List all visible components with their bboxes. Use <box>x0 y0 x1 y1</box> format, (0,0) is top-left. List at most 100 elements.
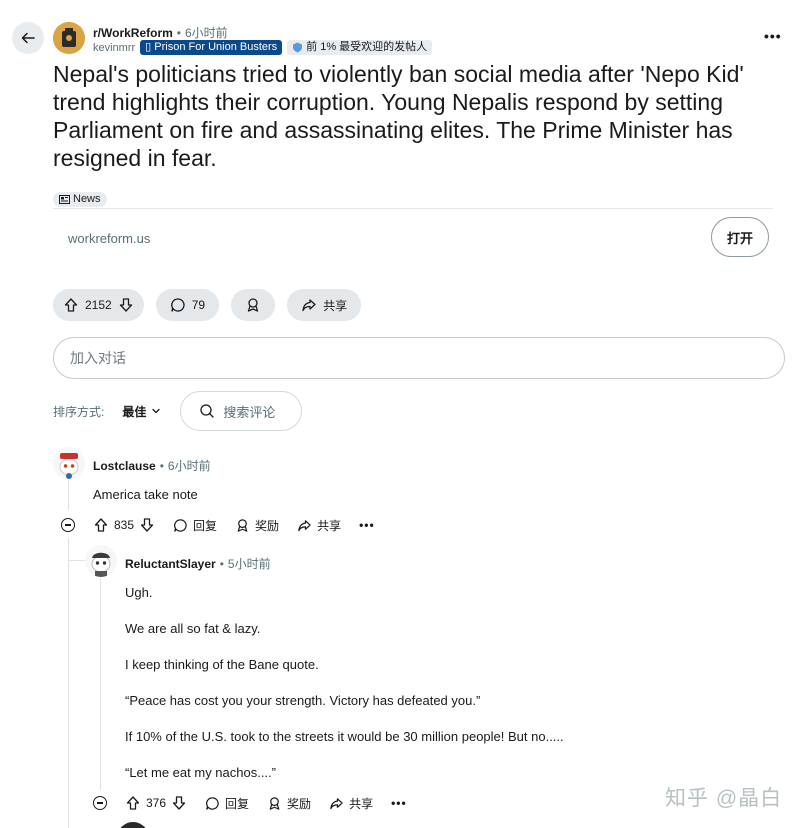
comment-icon <box>206 796 219 810</box>
author-name[interactable]: kevinmrr <box>93 42 135 54</box>
post-flair-label: News <box>73 193 101 205</box>
comment-icon <box>170 298 185 312</box>
vote-count: 2152 <box>85 298 112 312</box>
award-icon <box>237 518 248 532</box>
watermark: 知乎 @晶白 <box>665 787 783 810</box>
search-comments-placeholder: 搜索评论 <box>223 404 276 420</box>
meta-separator: • <box>159 458 164 473</box>
avatar[interactable] <box>85 545 117 577</box>
comment-paragraph: We are all so fat & lazy. <box>125 621 261 636</box>
thread-connector <box>68 560 86 561</box>
subreddit-logo-icon <box>53 22 85 54</box>
downvote-icon[interactable] <box>139 517 155 533</box>
more-options-button[interactable]: ••• <box>764 28 782 44</box>
comment-time: 5小时前 <box>227 557 271 571</box>
chevron-down-icon <box>152 408 161 414</box>
award-icon <box>247 298 259 312</box>
comment-meta: ReluctantSlayer • 5小时前 <box>125 555 271 572</box>
arrow-left-icon <box>21 32 35 44</box>
comment-paragraph: Ugh. <box>125 585 153 600</box>
thread-line[interactable] <box>68 538 69 828</box>
share-button[interactable]: 共享 <box>287 289 362 321</box>
vote-control: 376 <box>125 795 187 811</box>
author-line: kevinmrr ▯ Prison For Union Busters 前 1%… <box>93 40 433 55</box>
reply-label: 回复 <box>225 796 250 811</box>
author-flair-label: Prison For Union Busters <box>154 41 278 53</box>
comment-actions: 835 回复 奖励 共享 ••• <box>61 515 375 535</box>
comment-count: 79 <box>191 298 206 312</box>
comment-input-placeholder: 加入对话 <box>70 350 126 366</box>
comment-paragraph: I keep thinking of the Bane quote. <box>125 657 319 672</box>
post-flair[interactable]: News <box>53 192 107 207</box>
top-poster-badge: 前 1% 最受欢迎的发帖人 <box>287 40 433 55</box>
share-button[interactable]: 共享 <box>297 517 341 534</box>
sort-label: 排序方式: <box>53 404 105 419</box>
award-label: 奖励 <box>287 796 312 811</box>
award-icon <box>269 796 280 810</box>
thread-line[interactable] <box>68 480 69 510</box>
share-button[interactable]: 共享 <box>329 795 373 812</box>
share-label: 共享 <box>349 796 374 811</box>
comment-meta: Lostclause • 6小时前 <box>93 457 211 474</box>
search-icon <box>200 404 215 418</box>
upvote-icon[interactable] <box>125 795 141 811</box>
link-preview[interactable]: workreform.us 打开 <box>53 208 773 268</box>
comment-more-button[interactable]: ••• <box>391 796 407 810</box>
open-link-button[interactable]: 打开 <box>711 217 769 257</box>
post-actions: 2152 79 共享 <box>53 289 362 321</box>
avatar[interactable] <box>117 822 149 828</box>
share-icon <box>330 797 343 809</box>
post-header: r/WorkReform • 6小时前 kevinmrr ▯ Prison Fo… <box>0 18 812 58</box>
subreddit-name[interactable]: r/WorkReform <box>93 26 173 40</box>
comment-vote-count: 376 <box>146 796 167 810</box>
vote-pill: 2152 <box>53 289 144 321</box>
award-button[interactable] <box>231 289 276 321</box>
subreddit-avatar[interactable] <box>53 22 85 54</box>
comment-author[interactable]: ReluctantSlayer <box>125 557 216 571</box>
back-button[interactable] <box>12 22 44 54</box>
snoo-avatar-icon <box>85 545 117 577</box>
post-title: Nepal's politicians tried to violently b… <box>53 61 744 171</box>
meta-separator: • <box>176 25 181 40</box>
share-icon <box>302 299 316 312</box>
comments-button[interactable]: 79 <box>155 289 220 321</box>
reply-button[interactable]: 回复 <box>173 517 217 534</box>
collapse-button[interactable] <box>93 796 107 810</box>
award-button[interactable]: 奖励 <box>267 795 311 812</box>
sort-value: 最佳 <box>122 404 147 419</box>
search-comments-input[interactable]: 搜索评论 <box>180 391 303 431</box>
thread-line[interactable] <box>100 578 101 790</box>
sort-dropdown[interactable]: 最佳 <box>122 403 162 420</box>
comment-input[interactable]: 加入对话 <box>53 337 785 379</box>
collapse-button[interactable] <box>61 518 75 532</box>
top-poster-badge-label: 前 1% 最受欢迎的发帖人 <box>306 41 428 53</box>
share-label: 共享 <box>323 298 348 313</box>
meta-separator: • <box>219 556 224 571</box>
downvote-icon[interactable] <box>171 795 187 811</box>
award-button[interactable]: 奖励 <box>235 517 279 534</box>
badge-icon <box>293 42 303 53</box>
snoo-avatar-icon <box>53 447 85 479</box>
comment-paragraph: “Let me eat my nachos....” <box>125 765 277 780</box>
link-domain[interactable]: workreform.us <box>68 231 150 246</box>
newspaper-icon <box>59 195 70 204</box>
comment-paragraph: “Peace has cost you your strength. Victo… <box>125 693 481 708</box>
comment-icon <box>174 518 187 532</box>
upvote-icon[interactable] <box>63 297 79 313</box>
reply-label: 回复 <box>193 518 218 533</box>
sort-bar: 排序方式: 最佳 搜索评论 <box>53 391 303 431</box>
avatar[interactable] <box>53 447 85 479</box>
comment-paragraph: If 10% of the U.S. took to the streets i… <box>125 729 564 744</box>
post-time: 6小时前 <box>185 26 228 40</box>
downvote-icon[interactable] <box>118 297 134 313</box>
reply-button[interactable]: 回复 <box>205 795 249 812</box>
comment-author[interactable]: Lostclause <box>93 459 156 473</box>
comment-more-button[interactable]: ••• <box>359 518 375 532</box>
comment-vote-count: 835 <box>114 518 135 532</box>
award-label: 奖励 <box>255 518 280 533</box>
author-flair: ▯ Prison For Union Busters <box>140 40 283 55</box>
upvote-icon[interactable] <box>93 517 109 533</box>
share-icon <box>298 519 311 531</box>
post-meta: r/WorkReform • 6小时前 <box>93 24 228 41</box>
comment-actions: 376 回复 奖励 共享 ••• <box>93 793 407 813</box>
